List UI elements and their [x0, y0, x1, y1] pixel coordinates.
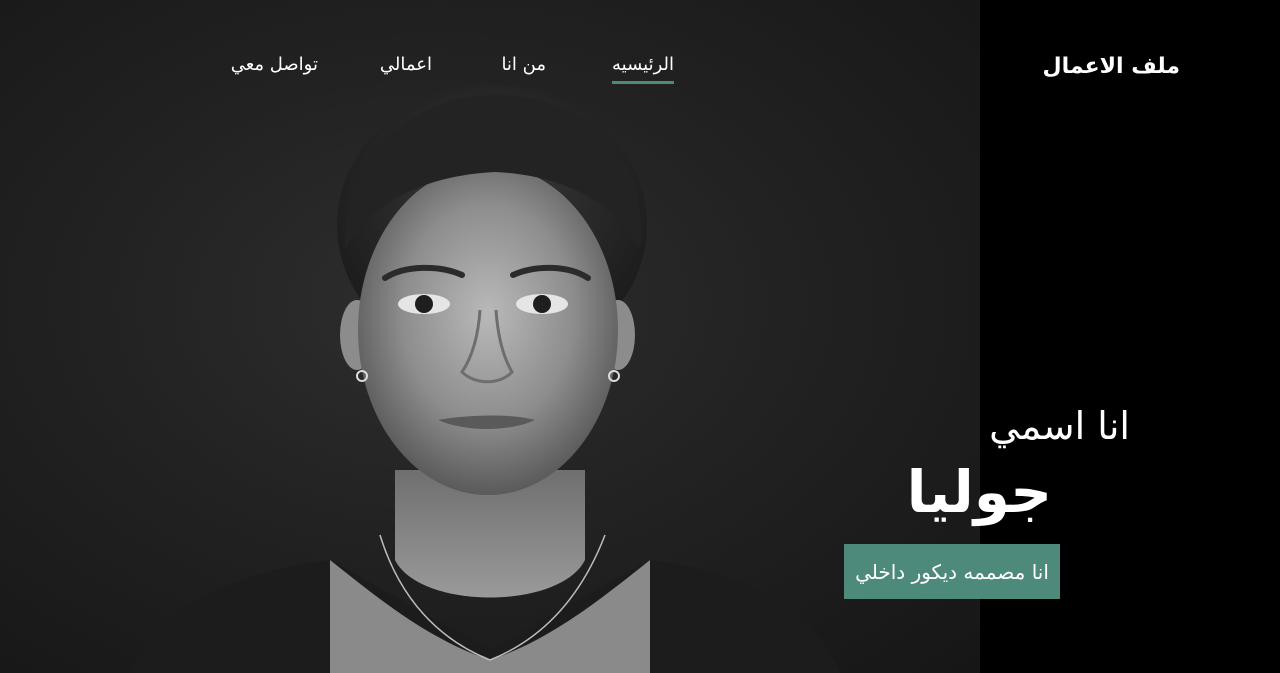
nav-item-contact[interactable]: تواصل معي — [231, 54, 318, 81]
hero-name-heading: جوليا — [906, 458, 1052, 526]
main-nav: الرئيسيه من انا اعمالي تواصل معي — [230, 54, 680, 94]
nav-item-about[interactable]: من انا — [501, 54, 546, 81]
nav-item-works[interactable]: اعمالي — [380, 54, 432, 81]
portrait-image — [130, 85, 840, 673]
site-logo[interactable]: ملف الاعمال — [1042, 54, 1180, 79]
portfolio-page: ملف الاعمال الرئيسيه من انا اعمالي تواصل… — [0, 0, 1280, 673]
hero-role-badge: انا مصممه ديكور داخلي — [844, 544, 1060, 599]
hero-photo — [0, 0, 980, 673]
hero-intro-text: انا اسمي — [989, 404, 1130, 448]
nav-item-home[interactable]: الرئيسيه — [612, 54, 674, 84]
